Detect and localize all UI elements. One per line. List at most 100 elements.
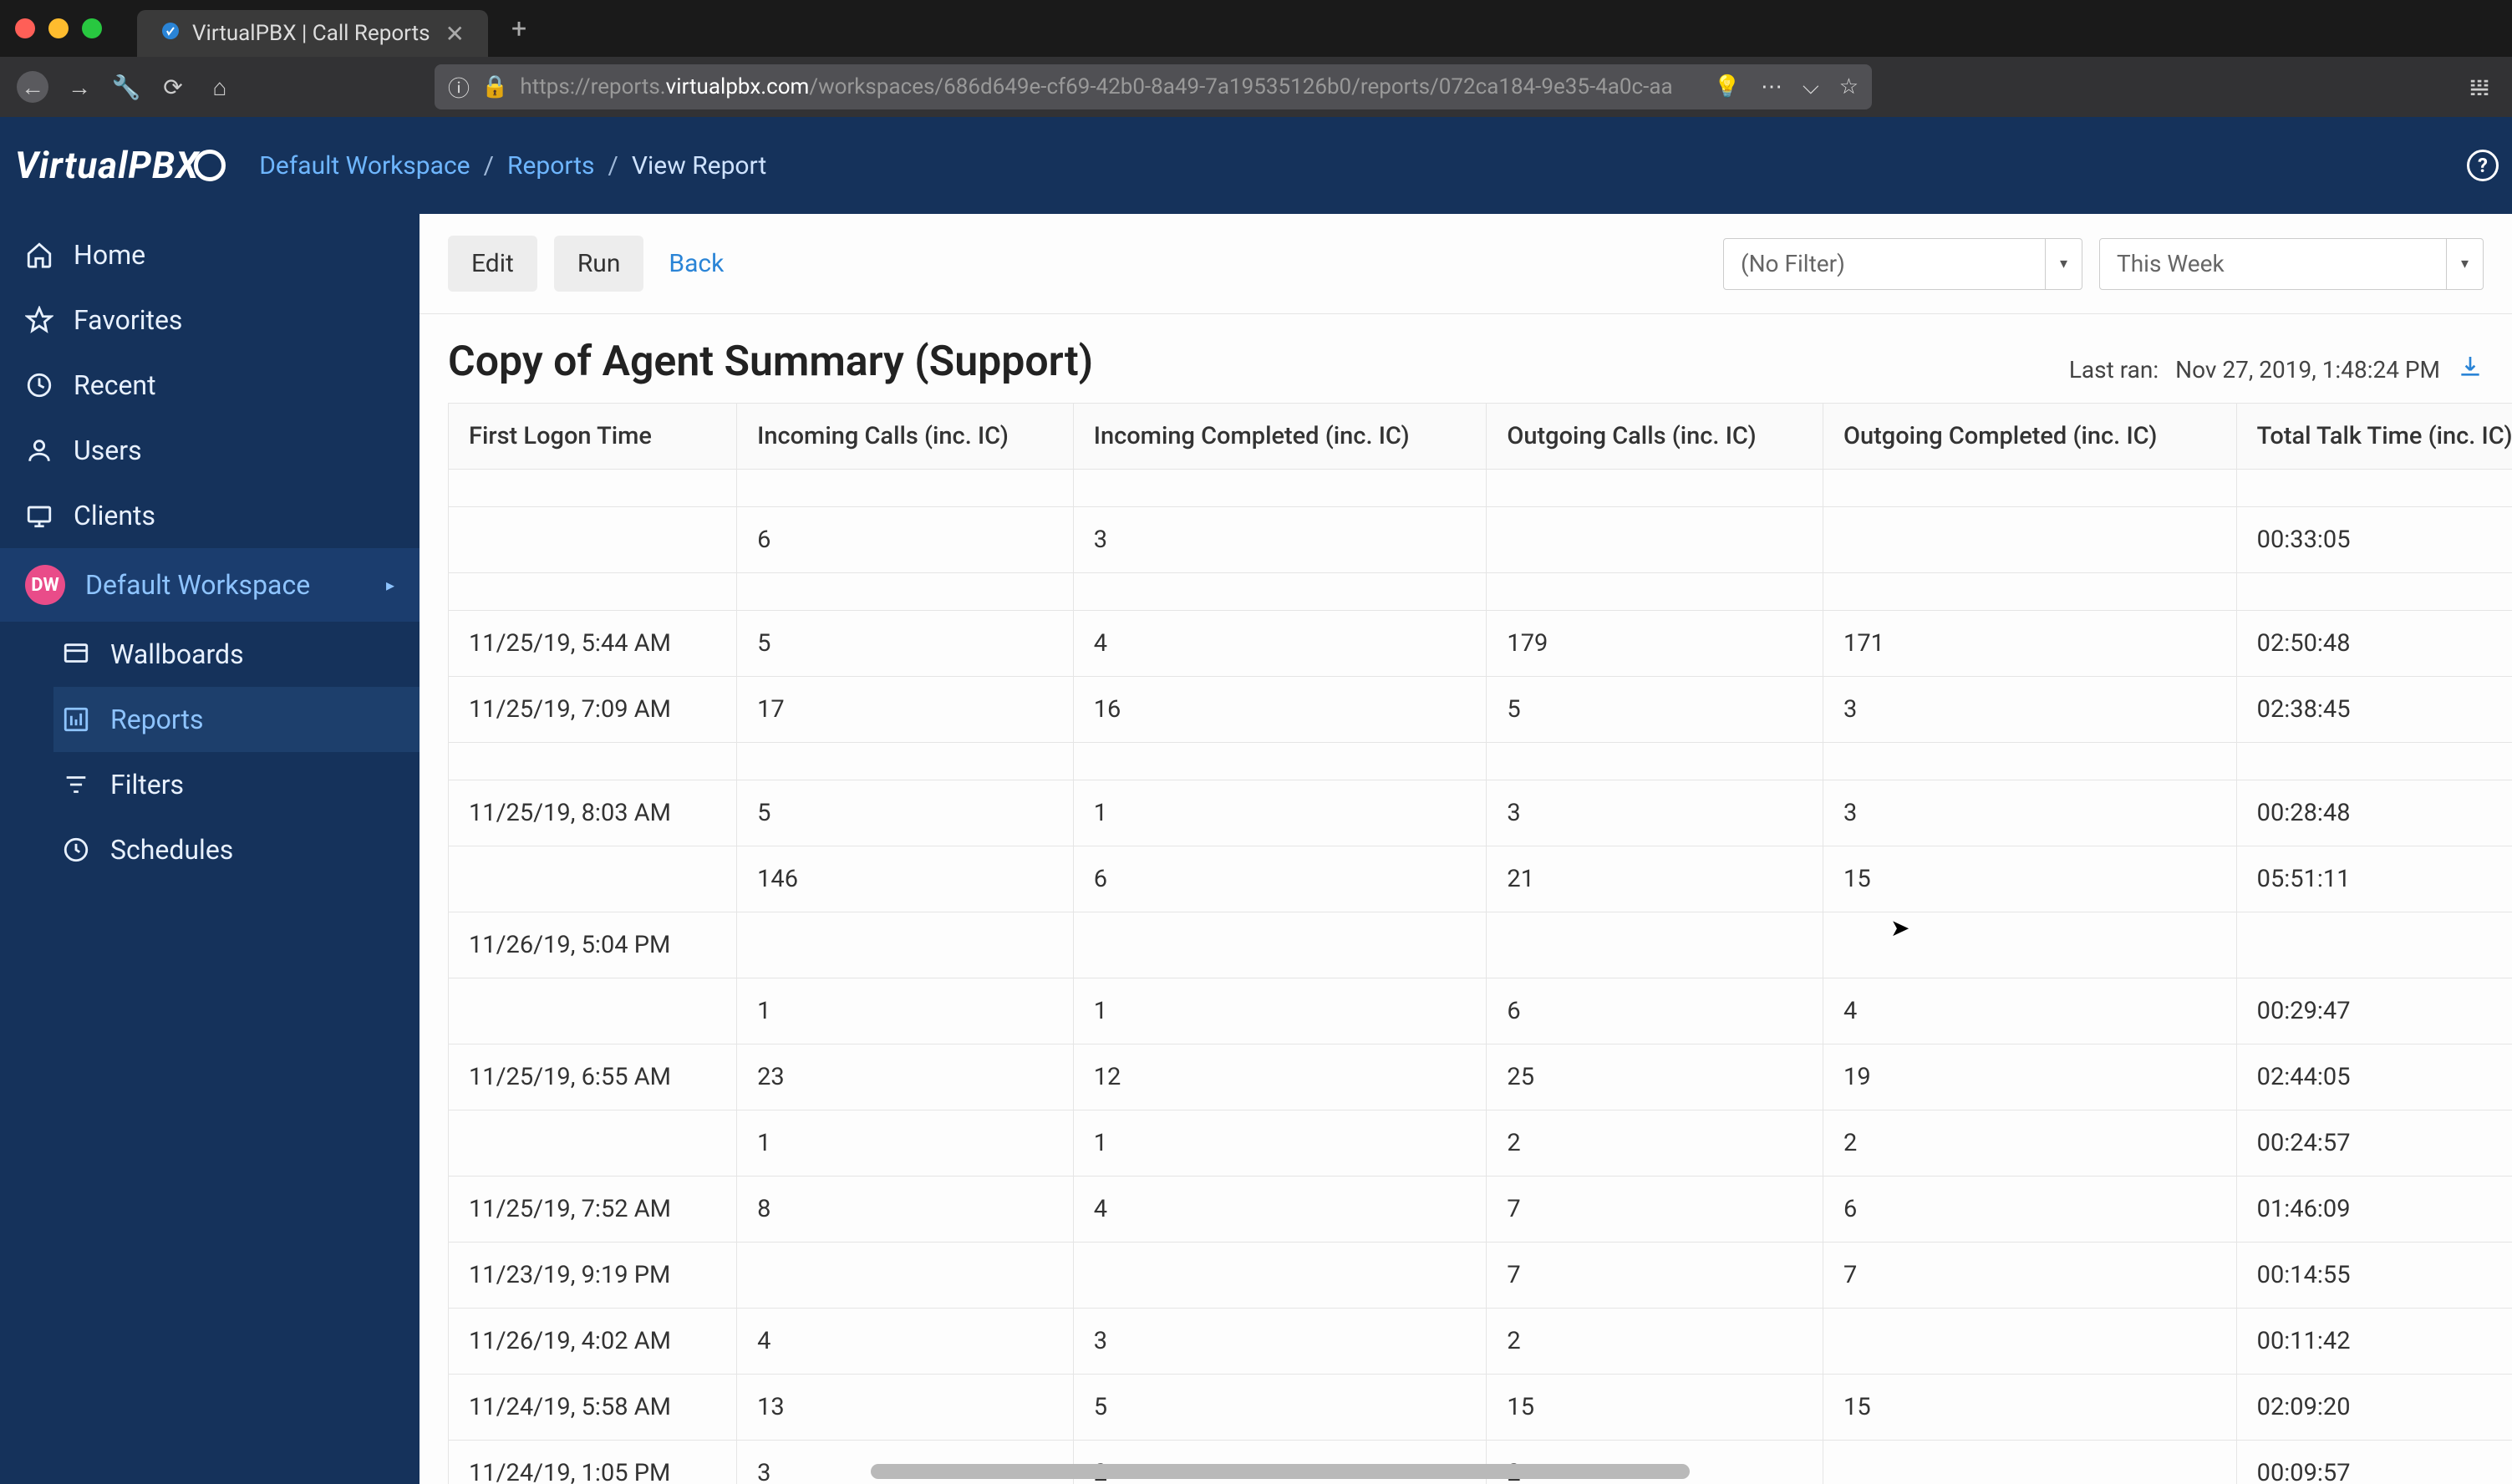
cell-talk: 00:28:48 (2236, 780, 2512, 846)
col-incoming-completed[interactable]: Incoming Completed (inc. IC) (1073, 404, 1487, 470)
cell-inc: 1 (1073, 1110, 1487, 1177)
reader-icon[interactable]: 💡 (1714, 74, 1741, 99)
cell-logon (449, 978, 737, 1044)
col-first-logon[interactable]: First Logon Time (449, 404, 737, 470)
sidebar-item-label: Favorites (74, 304, 182, 336)
table-row[interactable] (449, 743, 2512, 780)
table-row[interactable]: 11/23/19, 9:19 PM7700:14:5500:02: (449, 1243, 2512, 1309)
date-range-select[interactable]: This Week ▾ (2099, 238, 2484, 290)
cell-outc (1823, 507, 2237, 573)
cell-inc (1073, 470, 1487, 507)
browser-tab[interactable]: VirtualPBX | Call Reports ✕ (137, 10, 488, 57)
cell-logon (449, 1110, 737, 1177)
table-row[interactable] (449, 470, 2512, 507)
table-row[interactable]: 6300:33:0500:11: (449, 507, 2512, 573)
cell-logon: 11/24/19, 5:58 AM (449, 1375, 737, 1441)
sidebar-item-recent[interactable]: Recent (0, 353, 420, 418)
library-icon[interactable]: 𝍐 (2464, 71, 2495, 103)
back-button[interactable]: Back (660, 236, 732, 292)
table-row[interactable]: 11/26/19, 4:02 AM43200:11:4200:03: (449, 1309, 2512, 1375)
table-row[interactable]: 11/25/19, 6:55 AM2312251902:44:0500:05: (449, 1044, 2512, 1110)
cell-in: 23 (737, 1044, 1074, 1110)
table-row[interactable]: 11/25/19, 7:09 AM17165302:38:4500:08: (449, 677, 2512, 743)
sidebar-item-home[interactable]: Home (0, 222, 420, 287)
sidebar-item-users[interactable]: Users (0, 418, 420, 483)
col-total-talk[interactable]: Total Talk Time (inc. IC) (2236, 404, 2512, 470)
table-row[interactable]: 11/25/19, 8:03 AM513300:28:4800:07: (449, 780, 2512, 846)
table-row[interactable]: 11/26/19, 5:04 PM (449, 912, 2512, 978)
cell-talk: 00:14:55 (2236, 1243, 2512, 1309)
clients-icon (25, 501, 53, 530)
page-actions-icon[interactable]: ⋯ (1761, 74, 1782, 99)
bookmark-icon[interactable]: ☆ (1839, 74, 1859, 99)
breadcrumb-reports[interactable]: Reports (507, 151, 595, 180)
breadcrumb-workspace[interactable]: Default Workspace (259, 151, 470, 180)
cell-talk: 01:46:09 (2236, 1177, 2512, 1243)
sidebar-item-favorites[interactable]: Favorites (0, 287, 420, 353)
cell-out (1487, 743, 1823, 780)
table-row[interactable]: 11/25/19, 7:52 AM847601:46:0900:09: (449, 1177, 2512, 1243)
nav-forward-icon[interactable]: → (64, 71, 95, 103)
col-outgoing-completed[interactable]: Outgoing Completed (inc. IC) (1823, 404, 2237, 470)
help-icon[interactable]: ? (2467, 150, 2499, 181)
col-outgoing-calls[interactable]: Outgoing Calls (inc. IC) (1487, 404, 1823, 470)
filter-select[interactable]: (No Filter) ▾ (1723, 238, 2082, 290)
cell-inc (1073, 743, 1487, 780)
action-bar: Edit Run Back (No Filter) ▾ This Week ▾ (420, 214, 2512, 314)
cell-inc: 12 (1073, 1044, 1487, 1110)
window-minimize-icon[interactable] (48, 18, 69, 38)
cell-out: 5 (1487, 677, 1823, 743)
table-row[interactable]: 11/25/19, 5:44 AM5417917102:50:4800:00: (449, 611, 2512, 677)
table-row[interactable]: 1466211505:51:1100:16: (449, 846, 2512, 912)
sidebar-item-clients[interactable]: Clients (0, 483, 420, 548)
reload-icon[interactable]: ⟳ (157, 71, 189, 103)
table-row[interactable]: 11/24/19, 5:58 AM135151502:09:2000:05: (449, 1375, 2512, 1441)
cell-inc: 16 (1073, 677, 1487, 743)
sidebar-item-filters[interactable]: Filters (53, 752, 420, 817)
download-icon[interactable] (2457, 353, 2484, 386)
cell-in: 8 (737, 1177, 1074, 1243)
sidebar-item-schedules[interactable]: Schedules (53, 817, 420, 882)
cell-inc (1073, 1243, 1487, 1309)
window-close-icon[interactable] (15, 18, 35, 38)
cell-logon (449, 743, 737, 780)
new-tab-icon[interactable]: + (511, 13, 526, 44)
address-bar[interactable]: ⓘ 🔒 https://reports.virtualpbx.com/works… (435, 64, 1872, 109)
sidebar-item-reports[interactable]: Reports (53, 687, 420, 752)
dev-tools-icon[interactable]: 🔧 (110, 71, 142, 103)
pocket-icon[interactable]: ⌵ (1803, 74, 1819, 100)
cell-talk: 00:09:57 (2236, 1441, 2512, 1484)
cell-out: 25 (1487, 1044, 1823, 1110)
last-ran-value: Nov 27, 2019, 1:48:24 PM (2175, 356, 2440, 384)
table-row[interactable]: 112200:24:5700:08: (449, 1110, 2512, 1177)
edit-button[interactable]: Edit (448, 236, 537, 292)
breadcrumb-current: View Report (632, 151, 766, 180)
tab-close-icon[interactable]: ✕ (445, 20, 465, 48)
horizontal-scrollbar[interactable] (871, 1464, 1690, 1479)
nav-back-icon[interactable]: ← (17, 71, 48, 103)
cell-in: 4 (737, 1309, 1074, 1375)
table-row[interactable] (449, 573, 2512, 611)
cell-logon (449, 573, 737, 611)
reports-icon (62, 705, 90, 734)
cell-outc (1823, 912, 2237, 978)
cell-out: 6 (1487, 978, 1823, 1044)
home-icon[interactable]: ⌂ (204, 71, 236, 103)
table-row[interactable]: 116400:29:4700:05: (449, 978, 2512, 1044)
cell-logon (449, 470, 737, 507)
user-icon (25, 436, 53, 465)
site-info-icon[interactable]: ⓘ (448, 72, 470, 103)
url-text: https://reports.virtualpbx.com/workspace… (520, 74, 1672, 99)
logo[interactable]: VirtualPBX (13, 144, 226, 187)
cell-inc: 3 (1073, 1309, 1487, 1375)
cell-talk (2236, 470, 2512, 507)
cell-talk (2236, 912, 2512, 978)
cell-talk: 05:51:11 (2236, 846, 2512, 912)
sidebar-item-workspace[interactable]: DW Default Workspace ▸ (0, 548, 420, 622)
sidebar-item-wallboards[interactable]: Wallboards (53, 622, 420, 687)
cell-outc: 7 (1823, 1243, 2237, 1309)
run-button[interactable]: Run (554, 236, 644, 292)
cell-outc (1823, 743, 2237, 780)
col-incoming-calls[interactable]: Incoming Calls (inc. IC) (737, 404, 1074, 470)
window-zoom-icon[interactable] (82, 18, 102, 38)
